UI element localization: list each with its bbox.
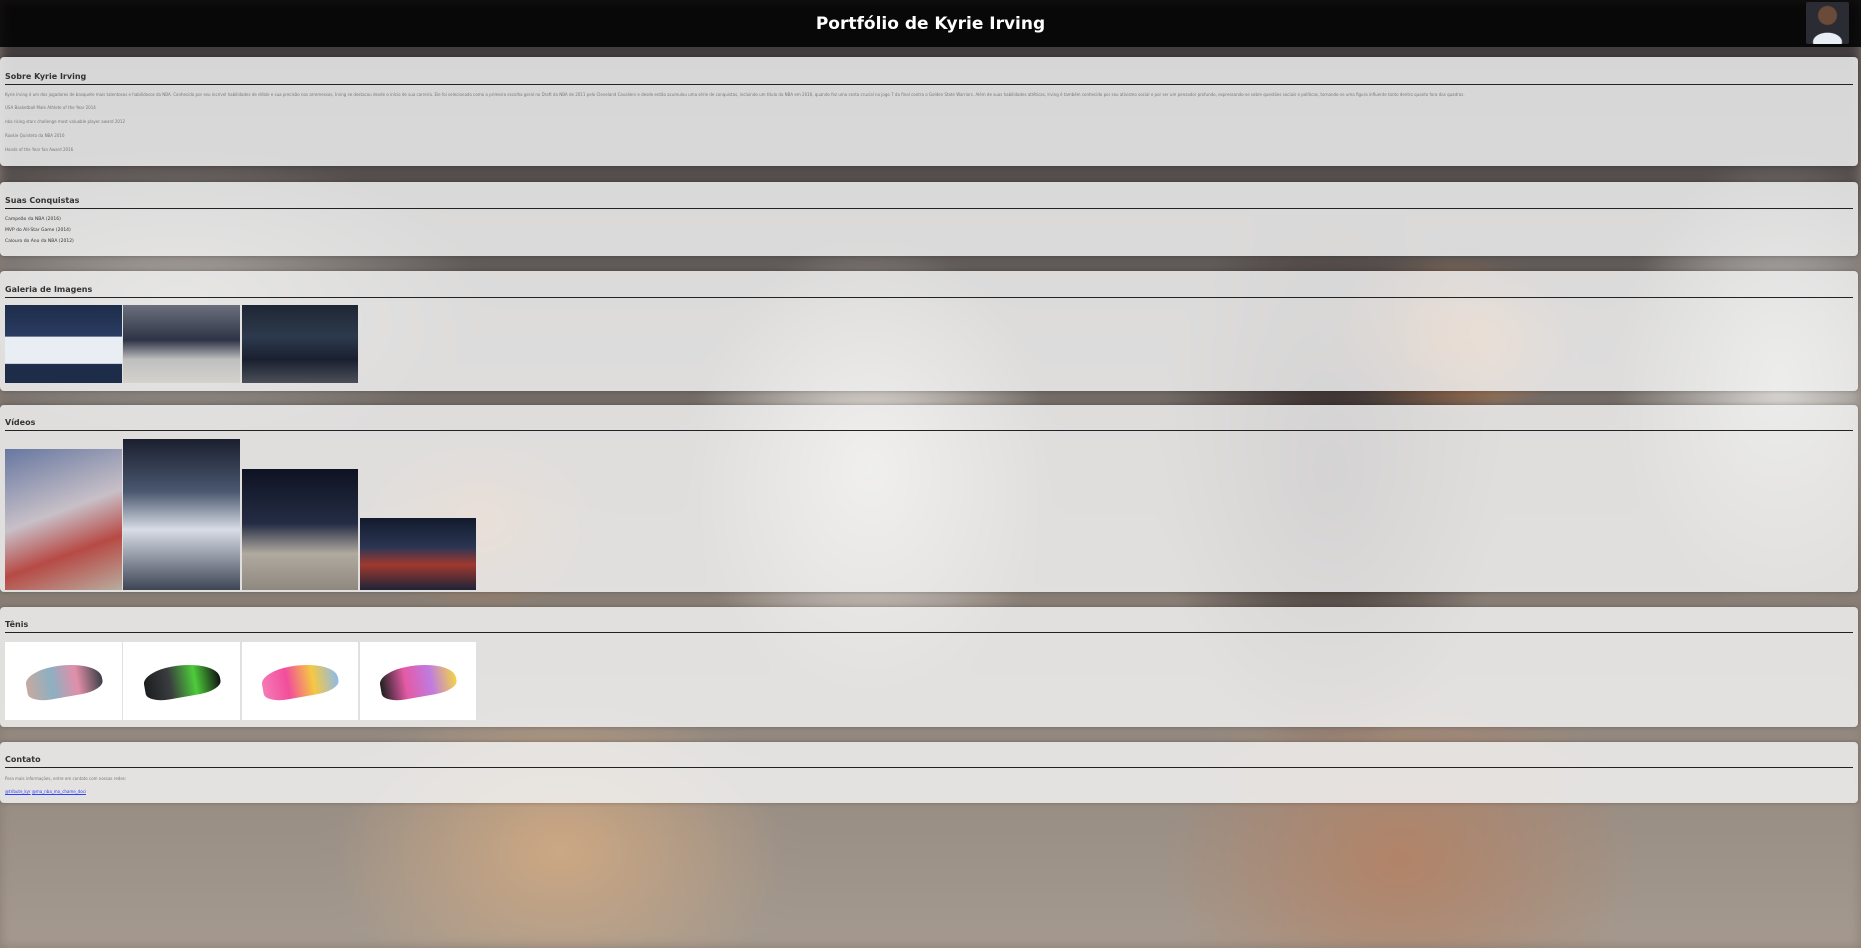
avatar	[1806, 2, 1849, 44]
achievement-item: Calouro do Ano da NBA (2012)	[5, 239, 74, 244]
gallery-heading: Galeria de Imagens	[5, 285, 1853, 298]
contact-text: Para mais informações, entre em contato …	[5, 776, 127, 781]
gallery-section: Galeria de Imagens	[0, 271, 1858, 391]
about-section: Sobre Kyrie Irving Kyrie Irving é um dos…	[0, 57, 1858, 166]
gallery-image-3[interactable]	[242, 305, 358, 383]
gallery-image-2[interactable]	[123, 305, 240, 383]
shoe-image-4[interactable]	[360, 642, 476, 720]
page-header: Portfólio de Kyrie Irving	[0, 0, 1861, 47]
video-thumbnail-4[interactable]	[360, 518, 476, 590]
shoe-image-2[interactable]	[123, 642, 240, 720]
shoes-heading: Tênis	[5, 620, 1853, 633]
about-item: USA Basketball Male Athlete of the Year …	[5, 105, 96, 110]
shoe-icon	[141, 658, 222, 704]
shoe-icon	[259, 658, 341, 704]
about-item: nba rising stars challenge most valuable…	[5, 119, 126, 124]
shoe-image-3[interactable]	[242, 642, 358, 720]
contact-section: Contato Para mais informações, entre em …	[0, 742, 1858, 803]
achievements-section: Suas Conquistas Campeão da NBA (2016) MV…	[0, 182, 1858, 256]
video-thumbnail-1[interactable]	[5, 449, 122, 590]
contact-link-2[interactable]: @ma_nba_ma_chame_doci	[32, 789, 86, 794]
achievements-heading: Suas Conquistas	[5, 196, 1853, 209]
achievement-item: Campeão da NBA (2016)	[5, 217, 61, 222]
contact-heading: Contato	[5, 755, 1853, 768]
shoe-icon	[377, 658, 459, 704]
about-paragraph: Kyrie Irving é um dos jogadores de basqu…	[5, 92, 1465, 97]
page-title: Portfólio de Kyrie Irving	[815, 13, 1046, 34]
videos-heading: Vídeos	[5, 418, 1853, 431]
shoe-image-1[interactable]	[5, 642, 122, 720]
video-thumbnail-2[interactable]	[123, 439, 240, 590]
about-item: Hands of the Year fan Award 2016	[5, 147, 74, 152]
achievement-item: MVP do All-Star Game (2014)	[5, 228, 71, 233]
gallery-image-1[interactable]	[5, 305, 122, 383]
shoe-icon	[23, 658, 104, 704]
video-thumbnail-3[interactable]	[242, 469, 358, 590]
contact-link-1[interactable]: @tribute_kyr	[5, 789, 31, 794]
about-heading: Sobre Kyrie Irving	[5, 72, 1853, 85]
shoes-section: Tênis	[0, 607, 1858, 727]
about-item: Rookie Quinteto da NBA 2016	[5, 133, 65, 138]
videos-section: Vídeos	[0, 405, 1858, 592]
